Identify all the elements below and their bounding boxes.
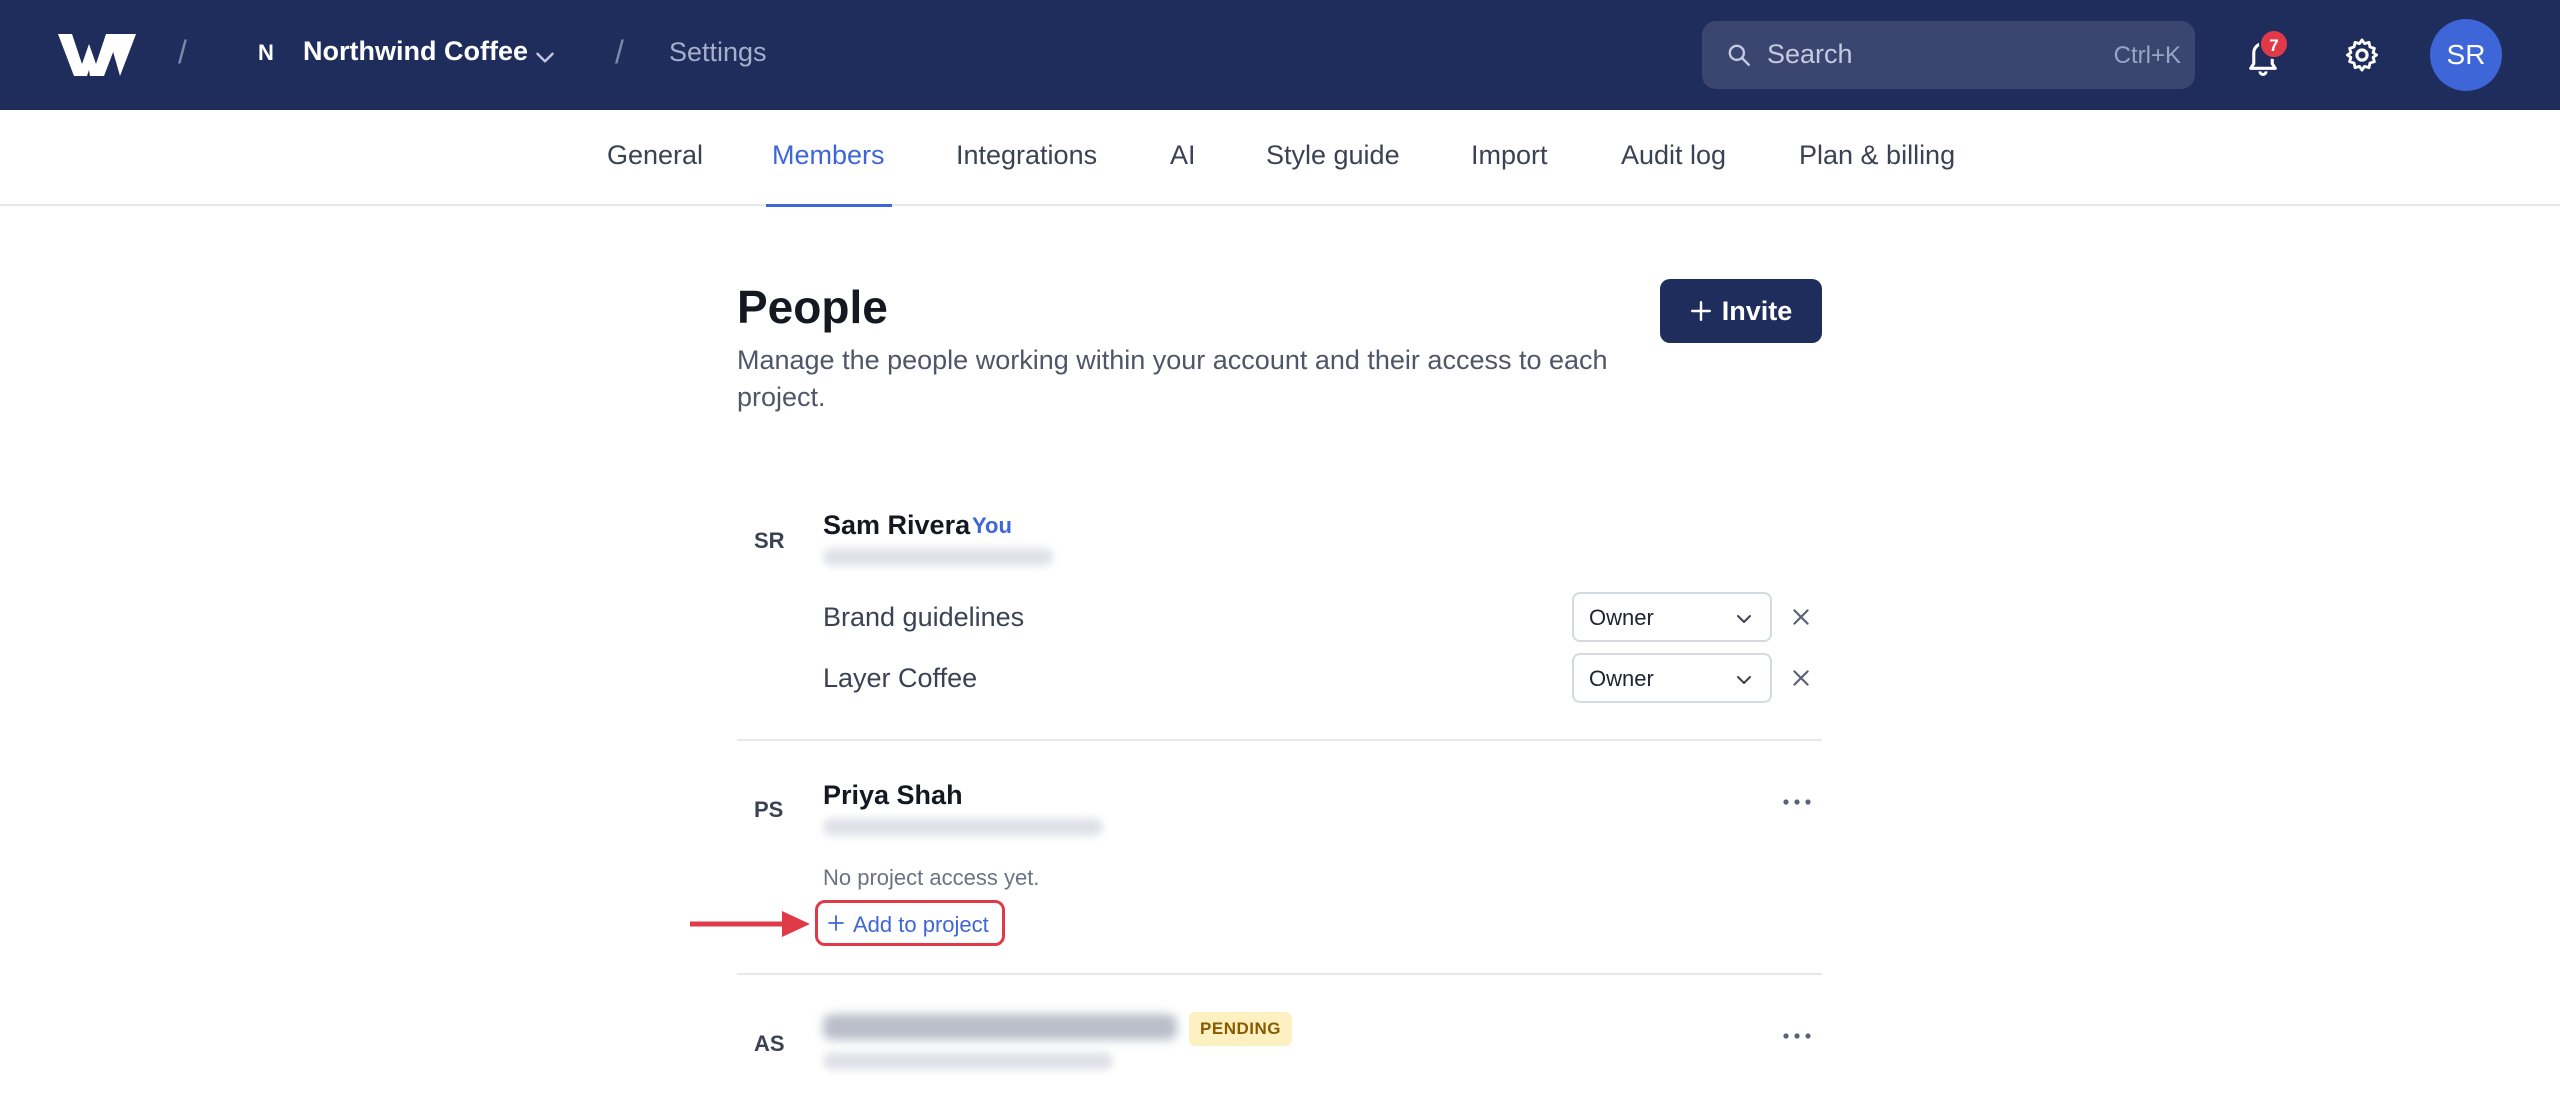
tab-plan-billing[interactable]: Plan & billing bbox=[1799, 140, 1955, 171]
active-tab-indicator bbox=[766, 204, 892, 207]
tab-import[interactable]: Import bbox=[1471, 140, 1548, 171]
close-icon[interactable] bbox=[1790, 606, 1812, 628]
tab-ai[interactable]: AI bbox=[1170, 140, 1196, 171]
member-name: Sam Rivera bbox=[823, 510, 971, 540]
w-logo-icon[interactable] bbox=[56, 30, 138, 80]
add-to-project-label: Add to project bbox=[853, 912, 989, 937]
close-icon[interactable] bbox=[1790, 667, 1812, 689]
search-icon bbox=[1728, 44, 1750, 66]
breadcrumb-separator: / bbox=[615, 34, 624, 70]
divider bbox=[737, 973, 1822, 975]
chevron-down-icon bbox=[1737, 676, 1751, 684]
breadcrumb-settings: Settings bbox=[669, 37, 767, 67]
member-initials: PS bbox=[754, 797, 784, 822]
you-tag: You bbox=[972, 513, 1012, 538]
breadcrumb-separator: / bbox=[178, 34, 187, 70]
more-icon[interactable] bbox=[1782, 1031, 1812, 1041]
member-initials: SR bbox=[754, 528, 785, 553]
tab-members[interactable]: Members bbox=[772, 140, 885, 171]
workspace-switcher[interactable]: Northwind Coffee bbox=[303, 36, 528, 67]
tab-general[interactable]: General bbox=[607, 140, 703, 171]
member-subtext-redacted bbox=[823, 1052, 1113, 1070]
gear-icon[interactable] bbox=[2343, 36, 2381, 74]
project-name: Layer Coffee bbox=[823, 663, 978, 693]
page-description: Manage the people working within your ac… bbox=[737, 345, 1608, 412]
plus-icon bbox=[1690, 300, 1711, 322]
avatar[interactable]: SR bbox=[2430, 19, 2502, 91]
status-badge: PENDING bbox=[1189, 1012, 1292, 1046]
tab-style-guide[interactable]: Style guide bbox=[1266, 140, 1400, 171]
member-email-redacted bbox=[823, 818, 1103, 836]
plus-icon bbox=[828, 915, 844, 931]
no-access-text: No project access yet. bbox=[823, 865, 1040, 890]
divider bbox=[737, 739, 1822, 741]
tab-audit-log[interactable]: Audit log bbox=[1621, 140, 1726, 171]
role-select[interactable]: Owner bbox=[1572, 592, 1772, 642]
chevron-down-icon bbox=[1737, 615, 1751, 623]
role-value: Owner bbox=[1589, 666, 1654, 691]
member-email-redacted bbox=[823, 1014, 1177, 1040]
project-name: Brand guidelines bbox=[823, 602, 1025, 632]
workspace-initial: N bbox=[258, 40, 274, 65]
top-bar: / N Northwind Coffee / Settings Search C… bbox=[0, 0, 2560, 110]
invite-label: Invite bbox=[1721, 295, 1793, 326]
role-select[interactable]: Owner bbox=[1572, 653, 1772, 703]
search-box[interactable]: Search Ctrl+K bbox=[1702, 21, 2195, 89]
search-placeholder: Search bbox=[1767, 39, 1853, 69]
invite-button[interactable]: Invite bbox=[1660, 279, 1822, 343]
search-shortcut: Ctrl+K bbox=[2113, 42, 2181, 69]
member-email-redacted bbox=[823, 548, 1053, 566]
more-icon[interactable] bbox=[1782, 797, 1812, 807]
settings-tabs: General Members Integrations AI Style gu… bbox=[0, 110, 2560, 207]
arrow-icon bbox=[690, 911, 810, 937]
page-title: People bbox=[737, 281, 888, 333]
notification-badge: 7 bbox=[2259, 29, 2289, 59]
add-to-project-button[interactable]: Add to project bbox=[815, 900, 1005, 946]
member-name: Priya Shah bbox=[823, 780, 963, 810]
chevron-down-icon[interactable] bbox=[532, 44, 558, 70]
role-value: Owner bbox=[1589, 605, 1654, 630]
tab-integrations[interactable]: Integrations bbox=[956, 140, 1097, 171]
member-initials: AS bbox=[754, 1031, 785, 1056]
